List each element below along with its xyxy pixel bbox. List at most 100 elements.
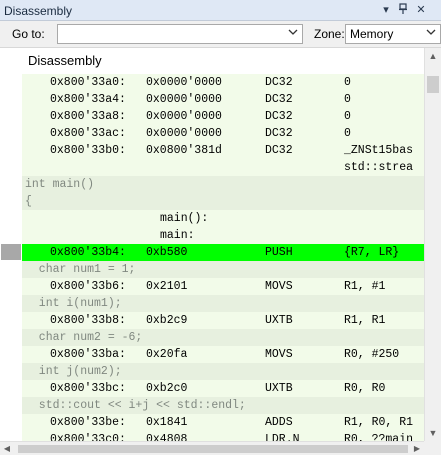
pin-icon[interactable]	[396, 3, 410, 17]
label-text: main():	[160, 212, 209, 225]
mnemonic: DC32	[265, 110, 293, 123]
opcode: 0x0000'0000	[146, 110, 222, 123]
goto-combobox[interactable]	[57, 24, 303, 44]
source-line[interactable]: std::cout << i+j << std::endl;	[22, 397, 424, 414]
opcode: 0x20fa	[146, 348, 188, 361]
opcode: 0xb2c0	[146, 382, 188, 395]
mnemonic: UXTB	[265, 314, 293, 327]
current-line-marker	[1, 244, 21, 260]
operand: 0	[344, 93, 351, 106]
current-instruction-row[interactable]: 0x800'33b4: 0xb580 PUSH {R7, LR}	[22, 244, 424, 261]
operand: R1, R1	[344, 314, 386, 327]
source-text: char num2 = -6;	[25, 331, 143, 344]
vertical-scrollbar[interactable]: ▲ ▼	[424, 48, 441, 441]
mnemonic: DC32	[265, 93, 293, 106]
address: 0x800'33b6:	[50, 280, 126, 293]
instruction-row[interactable]: 0x800'33b8: 0xb2c9 UXTB R1, R1	[22, 312, 424, 329]
close-icon[interactable]: ✕	[414, 3, 428, 17]
mnemonic: LDR.N	[265, 433, 300, 441]
instruction-row[interactable]: 0x800'33a8: 0x0000'0000 DC32 0	[22, 108, 424, 125]
source-text: int i(num1);	[25, 297, 122, 310]
label-line[interactable]: main:	[22, 227, 424, 244]
address: 0x800'33bc:	[50, 382, 126, 395]
opcode: 0x0000'0000	[146, 93, 222, 106]
source-line[interactable]: int i(num1);	[22, 295, 424, 312]
address: 0x800'33be:	[50, 416, 126, 429]
operand: 0	[344, 76, 351, 89]
vertical-scroll-thumb[interactable]	[427, 76, 439, 93]
title-bar: Disassembly ▾ ✕	[0, 0, 441, 21]
zone-value: Memory	[350, 27, 394, 41]
tab-row: Disassembly	[0, 48, 424, 75]
address: 0x800'33a4:	[50, 93, 126, 106]
operand-continuation[interactable]: std::strea	[22, 159, 424, 176]
source-line[interactable]: char num2 = -6;	[22, 329, 424, 346]
mnemonic: MOVS	[265, 280, 293, 293]
zone-label: Zone:	[314, 27, 345, 41]
mnemonic: MOVS	[265, 348, 293, 361]
source-text: int j(num2);	[25, 365, 122, 378]
operand: R1, R0, R1	[344, 416, 414, 429]
goto-label: Go to:	[12, 27, 45, 41]
instruction-row[interactable]: 0x800'33be: 0x1841 ADDS R1, R0, R1	[22, 414, 424, 431]
mnemonic: PUSH	[265, 246, 293, 259]
source-line[interactable]: int main()	[22, 176, 424, 193]
source-text: int main()	[25, 178, 95, 191]
mnemonic: DC32	[265, 76, 293, 89]
instruction-row[interactable]: 0x800'33a0: 0x0000'0000 DC32 0	[22, 74, 424, 91]
opcode: 0x1841	[146, 416, 188, 429]
scroll-left-icon[interactable]: ◀	[0, 442, 14, 455]
instruction-row[interactable]: 0x800'33ba: 0x20fa MOVS R0, #250	[22, 346, 424, 363]
operand: 0	[344, 127, 351, 140]
instruction-row[interactable]: 0x800'33a4: 0x0000'0000 DC32 0	[22, 91, 424, 108]
horizontal-scrollbar[interactable]: ◀ ▶	[0, 441, 424, 455]
mnemonic: UXTB	[265, 382, 293, 395]
instruction-row[interactable]: 0x800'33ac: 0x0000'0000 DC32 0	[22, 125, 424, 142]
tab-disassembly[interactable]: Disassembly	[22, 48, 108, 75]
scroll-down-icon[interactable]: ▼	[425, 425, 441, 441]
source-line[interactable]: {	[22, 193, 424, 210]
disassembly-view[interactable]: 0x800'33a0: 0x0000'0000 DC32 0 0x800'33a4: 0x…	[22, 74, 424, 441]
address: 0x800'33b4:	[50, 246, 126, 259]
window-title: Disassembly	[4, 4, 73, 18]
address: 0x800'33ac:	[50, 127, 126, 140]
source-line[interactable]: char num1 = 1;	[22, 261, 424, 278]
address: 0x800'33b8:	[50, 314, 126, 327]
operand: R1, #1	[344, 280, 386, 293]
mnemonic: DC32	[265, 127, 293, 140]
opcode: 0x0800'381d	[146, 144, 222, 157]
breakpoint-gutter[interactable]	[0, 74, 22, 441]
operand: 0	[344, 110, 351, 123]
label-line[interactable]: main():	[22, 210, 424, 227]
source-text: std::cout << i+j << std::endl;	[25, 399, 246, 412]
instruction-row[interactable]: 0x800'33b6: 0x2101 MOVS R1, #1	[22, 278, 424, 295]
mnemonic: ADDS	[265, 416, 293, 429]
operand: {R7, LR}	[344, 246, 400, 259]
chevron-down-icon[interactable]	[425, 27, 437, 41]
scroll-right-icon[interactable]: ▶	[410, 442, 424, 455]
opcode: 0x0000'0000	[146, 76, 222, 89]
source-line[interactable]: int j(num2);	[22, 363, 424, 380]
chevron-down-icon[interactable]	[287, 27, 299, 41]
disassembly-toolbar: Go to: Zone: Memory	[0, 21, 441, 48]
scrollbar-corner	[424, 441, 441, 455]
zone-select[interactable]: Memory	[345, 24, 441, 44]
opcode: 0x0000'0000	[146, 127, 222, 140]
chevron-down-icon[interactable]: ▾	[379, 3, 393, 17]
operand: _ZNSt15bas	[344, 144, 414, 157]
address: 0x800'33b0:	[50, 144, 126, 157]
address: 0x800'33a0:	[50, 76, 126, 89]
address: 0x800'33c0:	[50, 433, 126, 441]
opcode: 0x4808	[146, 433, 188, 441]
label-text: main:	[160, 229, 195, 242]
operand: std::strea	[344, 161, 414, 174]
mnemonic: DC32	[265, 144, 293, 157]
instruction-row[interactable]: 0x800'33bc: 0xb2c0 UXTB R0, R0	[22, 380, 424, 397]
source-text: {	[25, 195, 32, 208]
instruction-row[interactable]: 0x800'33c0: 0x4808 LDR.N R0, ??main	[22, 431, 424, 441]
scroll-up-icon[interactable]: ▲	[425, 48, 441, 64]
address: 0x800'33ba:	[50, 348, 126, 361]
address: 0x800'33a8:	[50, 110, 126, 123]
horizontal-scroll-thumb[interactable]	[18, 445, 408, 453]
instruction-row[interactable]: 0x800'33b0: 0x0800'381d DC32 _ZNSt15bas	[22, 142, 424, 159]
